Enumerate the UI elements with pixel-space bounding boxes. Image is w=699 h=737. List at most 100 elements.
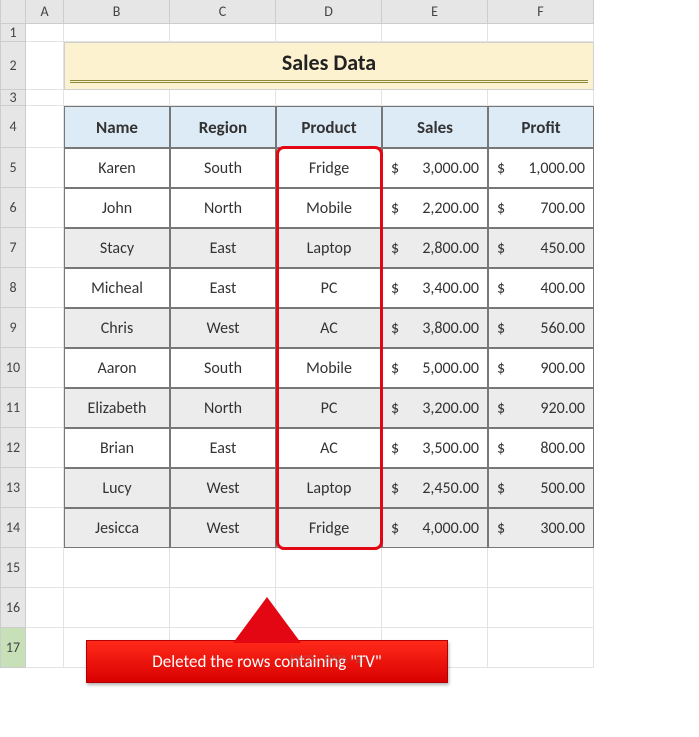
cell-empty[interactable]	[64, 90, 170, 106]
table-header-1[interactable]: Region	[170, 106, 276, 148]
row-header-12[interactable]: 12	[0, 428, 26, 468]
cell-profit[interactable]: $300.00	[488, 508, 594, 548]
cell-product[interactable]: Laptop	[276, 228, 382, 268]
row-header-7[interactable]: 7	[0, 228, 26, 268]
table-header-4[interactable]: Profit	[488, 106, 594, 148]
cell-profit[interactable]: $400.00	[488, 268, 594, 308]
cell-A12[interactable]	[26, 428, 64, 468]
cell-empty[interactable]	[64, 548, 170, 588]
cell-name[interactable]: Karen	[64, 148, 170, 188]
cell-empty[interactable]	[170, 24, 276, 42]
col-header-A[interactable]: A	[26, 0, 64, 24]
cell-region[interactable]: West	[170, 508, 276, 548]
cell-region[interactable]: South	[170, 148, 276, 188]
cell-sales[interactable]: $2,200.00	[382, 188, 488, 228]
cell-sales[interactable]: $3,000.00	[382, 148, 488, 188]
cell-sales[interactable]: $5,000.00	[382, 348, 488, 388]
cell-profit[interactable]: $700.00	[488, 188, 594, 228]
row-header-3[interactable]: 3	[0, 90, 26, 106]
cell-A15[interactable]	[26, 548, 64, 588]
cell-profit[interactable]: $920.00	[488, 388, 594, 428]
cell-A11[interactable]	[26, 388, 64, 428]
cell-empty[interactable]	[170, 90, 276, 106]
cell-A8[interactable]	[26, 268, 64, 308]
cell-product[interactable]: Fridge	[276, 508, 382, 548]
row-header-9[interactable]: 9	[0, 308, 26, 348]
cell-region[interactable]: North	[170, 188, 276, 228]
cell-region[interactable]: West	[170, 308, 276, 348]
cell-empty[interactable]	[488, 588, 594, 628]
cell-empty[interactable]	[382, 548, 488, 588]
cell-name[interactable]: Elizabeth	[64, 388, 170, 428]
cell-sales[interactable]: $3,800.00	[382, 308, 488, 348]
cell-A10[interactable]	[26, 348, 64, 388]
col-header-F[interactable]: F	[488, 0, 594, 24]
cell-profit[interactable]: $560.00	[488, 308, 594, 348]
cell-empty[interactable]	[64, 24, 170, 42]
cell-A5[interactable]	[26, 148, 64, 188]
cell-empty[interactable]	[488, 24, 594, 42]
cell-empty[interactable]	[170, 548, 276, 588]
row-header-6[interactable]: 6	[0, 188, 26, 228]
cell-empty[interactable]	[382, 588, 488, 628]
row-header-2[interactable]: 2	[0, 42, 26, 90]
col-header-D[interactable]: D	[276, 0, 382, 24]
table-header-2[interactable]: Product	[276, 106, 382, 148]
cell-product[interactable]: Laptop	[276, 468, 382, 508]
cell-region[interactable]: West	[170, 468, 276, 508]
cell-A1[interactable]	[26, 24, 64, 42]
cell-product[interactable]: Mobile	[276, 188, 382, 228]
cell-region[interactable]: East	[170, 428, 276, 468]
cell-product[interactable]: Mobile	[276, 348, 382, 388]
cell-region[interactable]: East	[170, 268, 276, 308]
cell-A14[interactable]	[26, 508, 64, 548]
cell-empty[interactable]	[488, 548, 594, 588]
cell-sales[interactable]: $3,200.00	[382, 388, 488, 428]
row-header-1[interactable]: 1	[0, 24, 26, 42]
cell-sales[interactable]: $2,800.00	[382, 228, 488, 268]
cell-product[interactable]: AC	[276, 308, 382, 348]
cell-name[interactable]: Micheal	[64, 268, 170, 308]
cell-A3[interactable]	[26, 90, 64, 106]
cell-empty[interactable]	[64, 588, 170, 628]
col-header-E[interactable]: E	[382, 0, 488, 24]
cell-A9[interactable]	[26, 308, 64, 348]
cell-A17[interactable]	[26, 628, 64, 668]
cell-empty[interactable]	[276, 548, 382, 588]
cell-profit[interactable]: $450.00	[488, 228, 594, 268]
cell-profit[interactable]: $500.00	[488, 468, 594, 508]
cell-profit[interactable]: $900.00	[488, 348, 594, 388]
row-header-15[interactable]: 15	[0, 548, 26, 588]
row-header-5[interactable]: 5	[0, 148, 26, 188]
cell-product[interactable]: Fridge	[276, 148, 382, 188]
cell-sales[interactable]: $3,500.00	[382, 428, 488, 468]
cell-region[interactable]: East	[170, 228, 276, 268]
cell-empty[interactable]	[382, 90, 488, 106]
title-cell[interactable]: Sales Data	[64, 42, 594, 90]
row-header-10[interactable]: 10	[0, 348, 26, 388]
row-header-14[interactable]: 14	[0, 508, 26, 548]
cell-product[interactable]: PC	[276, 388, 382, 428]
cell-A4[interactable]	[26, 106, 64, 148]
cell-A6[interactable]	[26, 188, 64, 228]
cell-product[interactable]: AC	[276, 428, 382, 468]
col-header-C[interactable]: C	[170, 0, 276, 24]
cell-empty[interactable]	[276, 24, 382, 42]
cell-A16[interactable]	[26, 588, 64, 628]
cell-product[interactable]: PC	[276, 268, 382, 308]
row-header-17[interactable]: 17	[0, 628, 26, 668]
cell-sales[interactable]: $4,000.00	[382, 508, 488, 548]
cell-name[interactable]: John	[64, 188, 170, 228]
cell-sales[interactable]: $2,450.00	[382, 468, 488, 508]
row-header-16[interactable]: 16	[0, 588, 26, 628]
table-header-0[interactable]: Name	[64, 106, 170, 148]
cell-sales[interactable]: $3,400.00	[382, 268, 488, 308]
cell-empty[interactable]	[276, 90, 382, 106]
cell-name[interactable]: Lucy	[64, 468, 170, 508]
table-header-3[interactable]: Sales	[382, 106, 488, 148]
cell-name[interactable]: Aaron	[64, 348, 170, 388]
cell-empty[interactable]	[488, 90, 594, 106]
cell-name[interactable]: Jesicca	[64, 508, 170, 548]
cell-region[interactable]: South	[170, 348, 276, 388]
cell-empty[interactable]	[488, 628, 594, 668]
